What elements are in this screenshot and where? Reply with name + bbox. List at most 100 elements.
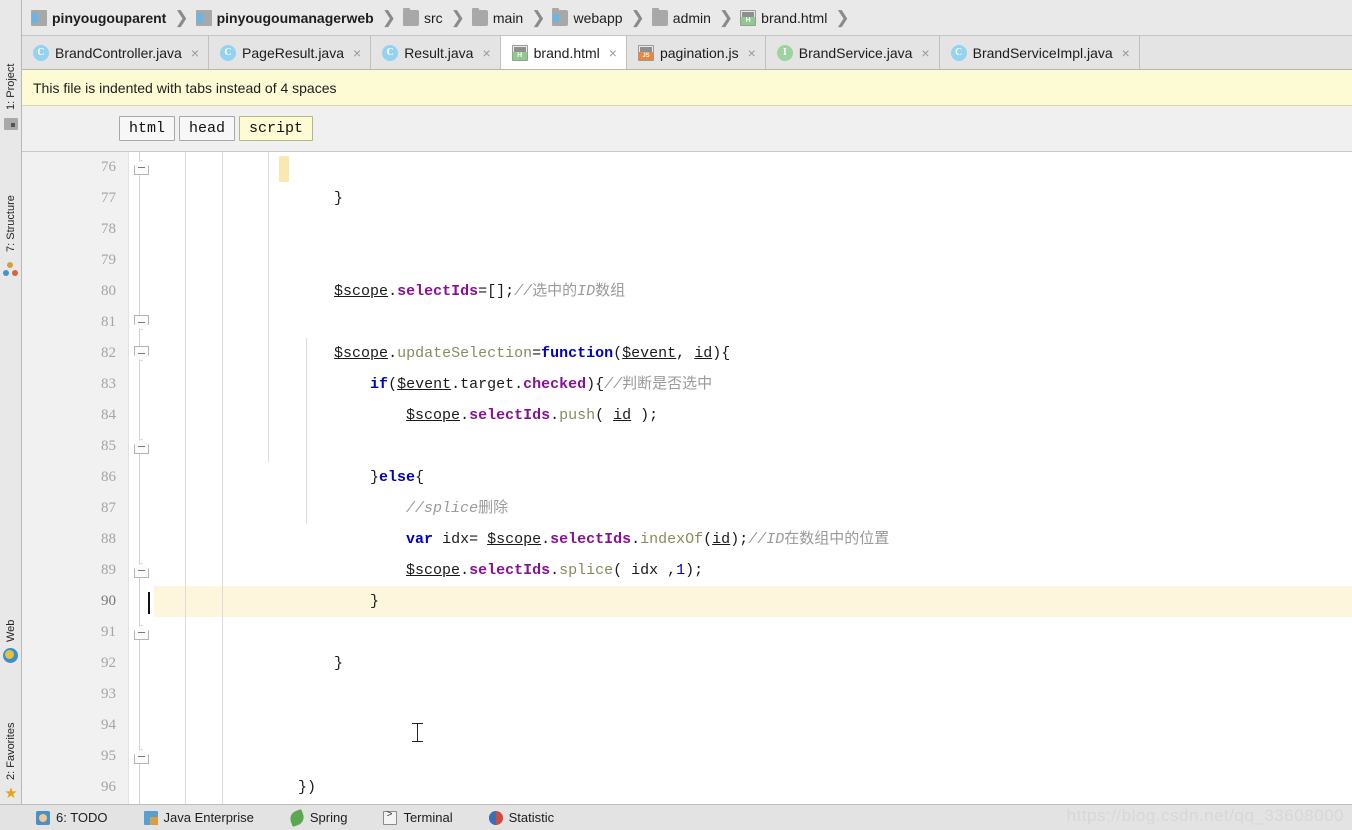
line-number: 83: [101, 376, 116, 392]
editor-tab-brandservice[interactable]: I BrandService.java ×: [765, 36, 940, 69]
code-line-92[interactable]: [154, 648, 1352, 679]
folder-icon: [471, 7, 488, 26]
code-editor[interactable]: 76 77 78 79 80 81 82 83 84 85 86 87 88 8…: [22, 152, 1352, 804]
status-bar: 6: TODO Java Enterprise Spring Terminal …: [0, 804, 1352, 830]
breadcrumb-item-2[interactable]: src: [402, 0, 444, 36]
line-number: 96: [101, 779, 116, 795]
fold-marker-76[interactable]: [134, 160, 149, 175]
status-button-java-enterprise[interactable]: Java Enterprise: [134, 805, 264, 830]
fold-marker-81[interactable]: [134, 315, 149, 330]
breadcrumb-label-6: brand.html: [761, 9, 828, 26]
editor-tab-result[interactable]: C Result.java ×: [371, 36, 501, 69]
tool-button-project[interactable]: 1: Project: [0, 34, 22, 110]
status-button-terminal-label: Terminal: [403, 810, 453, 825]
folder-icon: [651, 7, 668, 26]
code-line-91[interactable]: }: [154, 617, 1352, 672]
line-number: 87: [101, 500, 116, 516]
breadcrumb-item-6[interactable]: brand.html: [739, 0, 828, 36]
structure-breadcrumb-bar: html head script: [22, 106, 1352, 152]
code-line-83[interactable]: $scope.selectIds.push( id );: [154, 369, 1352, 424]
fold-marker-82[interactable]: [134, 346, 149, 361]
code-line-96[interactable]: [154, 772, 1352, 803]
breadcrumb-item-4[interactable]: webapp: [551, 0, 623, 36]
code-line-81[interactable]: $scope.updateSelection=function($event, …: [154, 307, 1352, 362]
fold-marker-85[interactable]: [134, 439, 149, 454]
code-line-84[interactable]: [154, 400, 1352, 431]
line-number: 77: [101, 190, 116, 206]
editor-tab-bar: C BrandController.java × C PageResult.ja…: [22, 36, 1352, 70]
code-line-94[interactable]: [154, 710, 1352, 741]
status-button-statistic[interactable]: Statistic: [479, 805, 565, 830]
code-line-76[interactable]: }: [154, 152, 1352, 207]
code-line-85[interactable]: }else{: [154, 431, 1352, 486]
breadcrumb-item-5[interactable]: admin: [651, 0, 712, 36]
code-folding-strip[interactable]: [129, 152, 154, 804]
tool-button-favorites-label: 2: Favorites: [5, 722, 17, 780]
java-class-icon: C: [33, 44, 49, 61]
status-button-spring[interactable]: Spring: [280, 805, 358, 830]
code-line-82[interactable]: if($event.target.checked){//判断是否选中: [154, 338, 1352, 393]
code-line-87[interactable]: var idx= $scope.selectIds.indexOf(id);//…: [154, 493, 1352, 548]
code-line-78[interactable]: [154, 214, 1352, 245]
line-number: 89: [101, 562, 116, 578]
module-icon: [31, 9, 47, 26]
fold-marker-89[interactable]: [134, 563, 149, 578]
tab-close-icon[interactable]: ×: [353, 46, 361, 60]
breadcrumb-separator: ❯: [630, 7, 645, 27]
tab-close-icon[interactable]: ×: [921, 46, 929, 60]
js-file-icon: [637, 44, 654, 61]
code-line-88[interactable]: $scope.selectIds.splice( idx ,1);: [154, 524, 1352, 579]
tool-button-web-label: Web: [5, 619, 17, 642]
indent-notification-banner[interactable]: This file is indented with tabs instead …: [22, 70, 1352, 106]
tool-button-favorites[interactable]: 2: Favorites: [0, 684, 22, 780]
editor-tab-label: PageResult.java: [242, 44, 344, 61]
breadcrumb-label-2: src: [423, 9, 443, 26]
tab-close-icon[interactable]: ×: [482, 46, 490, 60]
tab-close-icon[interactable]: ×: [748, 46, 756, 60]
breadcrumb-separator: ❯: [531, 7, 546, 27]
fold-marker-95[interactable]: [134, 749, 149, 764]
code-line-89[interactable]: }: [154, 555, 1352, 610]
code-line-86[interactable]: //splice删除: [154, 462, 1352, 517]
line-number: 93: [101, 686, 116, 702]
tab-close-icon[interactable]: ×: [1122, 46, 1130, 60]
editor-tab-pagination-js[interactable]: pagination.js ×: [626, 36, 766, 69]
editor-tab-brandserviceimpl[interactable]: C BrandServiceImpl.java ×: [939, 36, 1140, 69]
structure-chip-html[interactable]: html: [119, 116, 176, 141]
java-enterprise-icon: [143, 810, 158, 825]
folder-icon: [402, 7, 419, 26]
breadcrumb-item-0[interactable]: pinyougouparent: [30, 0, 167, 36]
breadcrumb-label-1: pinyougoumanagerweb: [216, 9, 374, 26]
structure-chip-head[interactable]: head: [179, 116, 236, 141]
html-file-icon: [511, 44, 528, 61]
tab-close-icon[interactable]: ×: [609, 46, 617, 60]
tool-button-web[interactable]: Web: [0, 600, 22, 642]
breadcrumb-item-1[interactable]: pinyougoumanagerweb: [195, 0, 375, 36]
statistic-icon: [488, 810, 503, 825]
code-line-90[interactable]: [154, 586, 1352, 617]
editor-tab-brandcontroller[interactable]: C BrandController.java ×: [22, 36, 210, 69]
fold-marker-91[interactable]: [134, 625, 149, 640]
code-line-79[interactable]: $scope.selectIds=[];//选中的ID数组: [154, 245, 1352, 300]
status-button-terminal[interactable]: Terminal: [373, 805, 462, 830]
breadcrumb-item-3[interactable]: main: [471, 0, 524, 36]
java-class-icon: C: [220, 44, 237, 61]
tool-button-structure[interactable]: 7: Structure: [0, 160, 22, 252]
todo-icon: [36, 810, 50, 825]
status-button-todo[interactable]: 6: TODO: [26, 805, 118, 830]
code-text-area[interactable]: } $scope.selectIds=[];//选中的ID数组 $scope.u…: [154, 152, 1352, 804]
code-line-77[interactable]: [154, 183, 1352, 214]
line-number-gutter[interactable]: 76 77 78 79 80 81 82 83 84 85 86 87 88 8…: [22, 152, 129, 804]
breadcrumb-label-0: pinyougouparent: [52, 9, 167, 26]
terminal-icon: [383, 810, 398, 825]
code-line-95[interactable]: }): [154, 741, 1352, 796]
structure-chip-script[interactable]: script: [239, 116, 314, 141]
tab-close-icon[interactable]: ×: [191, 46, 199, 60]
editor-tab-brand-html[interactable]: brand.html ×: [500, 36, 627, 69]
code-line-93[interactable]: [154, 679, 1352, 710]
line-number: 82: [101, 345, 116, 361]
idea-window: 1: Project 7: Structure Web 2: Favorites…: [0, 0, 1352, 830]
tool-button-project-label: 1: Project: [5, 63, 17, 110]
code-line-80[interactable]: [154, 276, 1352, 307]
editor-tab-pageresult[interactable]: C PageResult.java ×: [209, 36, 372, 69]
